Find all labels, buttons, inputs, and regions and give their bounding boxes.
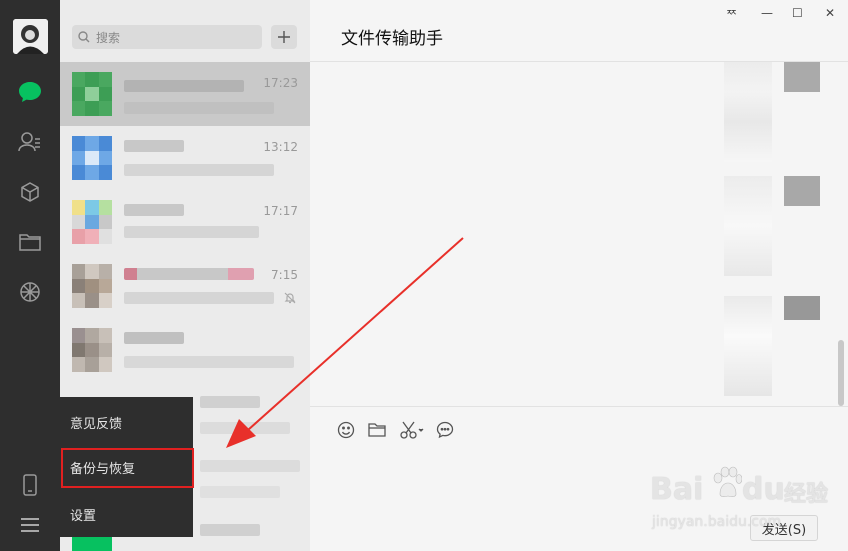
pin-button[interactable]: ᅑ bbox=[726, 6, 737, 23]
chat-icon[interactable] bbox=[15, 77, 45, 107]
chat-avatar bbox=[72, 328, 112, 372]
menu-item-settings[interactable]: 设置 bbox=[60, 494, 193, 534]
chat-list-item[interactable]: 7:15 bbox=[60, 254, 310, 318]
conversation-header: 文件传输助手 ᅑ — ☐ ✕ bbox=[310, 0, 848, 62]
watermark-url: jingyan.baidu.com bbox=[652, 514, 782, 530]
chat-list-item[interactable] bbox=[60, 318, 310, 382]
message-bubble[interactable] bbox=[724, 296, 772, 396]
highlight-box bbox=[61, 448, 194, 488]
chat-time: 17:17 bbox=[263, 204, 298, 218]
folder-icon[interactable] bbox=[15, 227, 45, 257]
contacts-icon[interactable] bbox=[15, 127, 45, 157]
screenshot-icon[interactable] bbox=[399, 420, 425, 440]
message-thumbnail[interactable] bbox=[784, 296, 820, 320]
watermark-brand: Bai bbox=[650, 472, 704, 507]
menu-icon[interactable] bbox=[15, 510, 45, 540]
emoji-icon[interactable] bbox=[336, 420, 356, 440]
moments-icon[interactable] bbox=[15, 277, 45, 307]
search-placeholder: 搜索 bbox=[96, 30, 121, 45]
chat-avatar bbox=[72, 136, 112, 180]
chat-list-item[interactable]: 17:17 bbox=[60, 190, 310, 254]
user-avatar[interactable] bbox=[13, 19, 48, 54]
chat-avatar bbox=[72, 72, 112, 116]
chat-avatar bbox=[72, 200, 112, 244]
chat-list-item[interactable]: 13:12 bbox=[60, 126, 310, 190]
mute-icon bbox=[284, 292, 296, 304]
nav-sidebar bbox=[0, 0, 60, 551]
composer-divider bbox=[310, 406, 848, 407]
search-icon bbox=[78, 31, 90, 43]
chat-time: 13:12 bbox=[263, 140, 298, 154]
conversation-title: 文件传输助手 bbox=[341, 29, 443, 49]
chat-avatar bbox=[72, 264, 112, 308]
minimize-button[interactable]: — bbox=[761, 6, 773, 20]
folder-icon[interactable] bbox=[367, 420, 387, 440]
chat-time: 7:15 bbox=[271, 268, 298, 282]
watermark: Bai du 经验 jingyan.baidu.com bbox=[650, 460, 840, 540]
phone-icon[interactable] bbox=[15, 470, 45, 500]
search-box[interactable]: 搜索 bbox=[72, 25, 262, 49]
paw-icon bbox=[713, 466, 742, 497]
close-button[interactable]: ✕ bbox=[825, 6, 835, 20]
watermark-brand-2: du bbox=[742, 472, 785, 507]
chat-time: 17:23 bbox=[263, 76, 298, 90]
favorites-icon[interactable] bbox=[15, 177, 45, 207]
message-thumbnail[interactable] bbox=[784, 176, 820, 206]
message-thumbnail[interactable] bbox=[784, 62, 820, 92]
menu-item-feedback[interactable]: 意见反馈 bbox=[60, 402, 193, 442]
watermark-cn: 经验 bbox=[784, 482, 829, 507]
scrollbar[interactable] bbox=[838, 340, 844, 406]
add-button[interactable] bbox=[271, 25, 297, 49]
message-bubble[interactable] bbox=[724, 62, 772, 162]
plus-icon bbox=[278, 31, 290, 43]
chat-list-item[interactable]: 17:23 bbox=[60, 62, 310, 126]
maximize-button[interactable]: ☐ bbox=[792, 6, 803, 20]
message-bubble[interactable] bbox=[724, 176, 772, 276]
chat-history-icon[interactable] bbox=[435, 420, 455, 440]
